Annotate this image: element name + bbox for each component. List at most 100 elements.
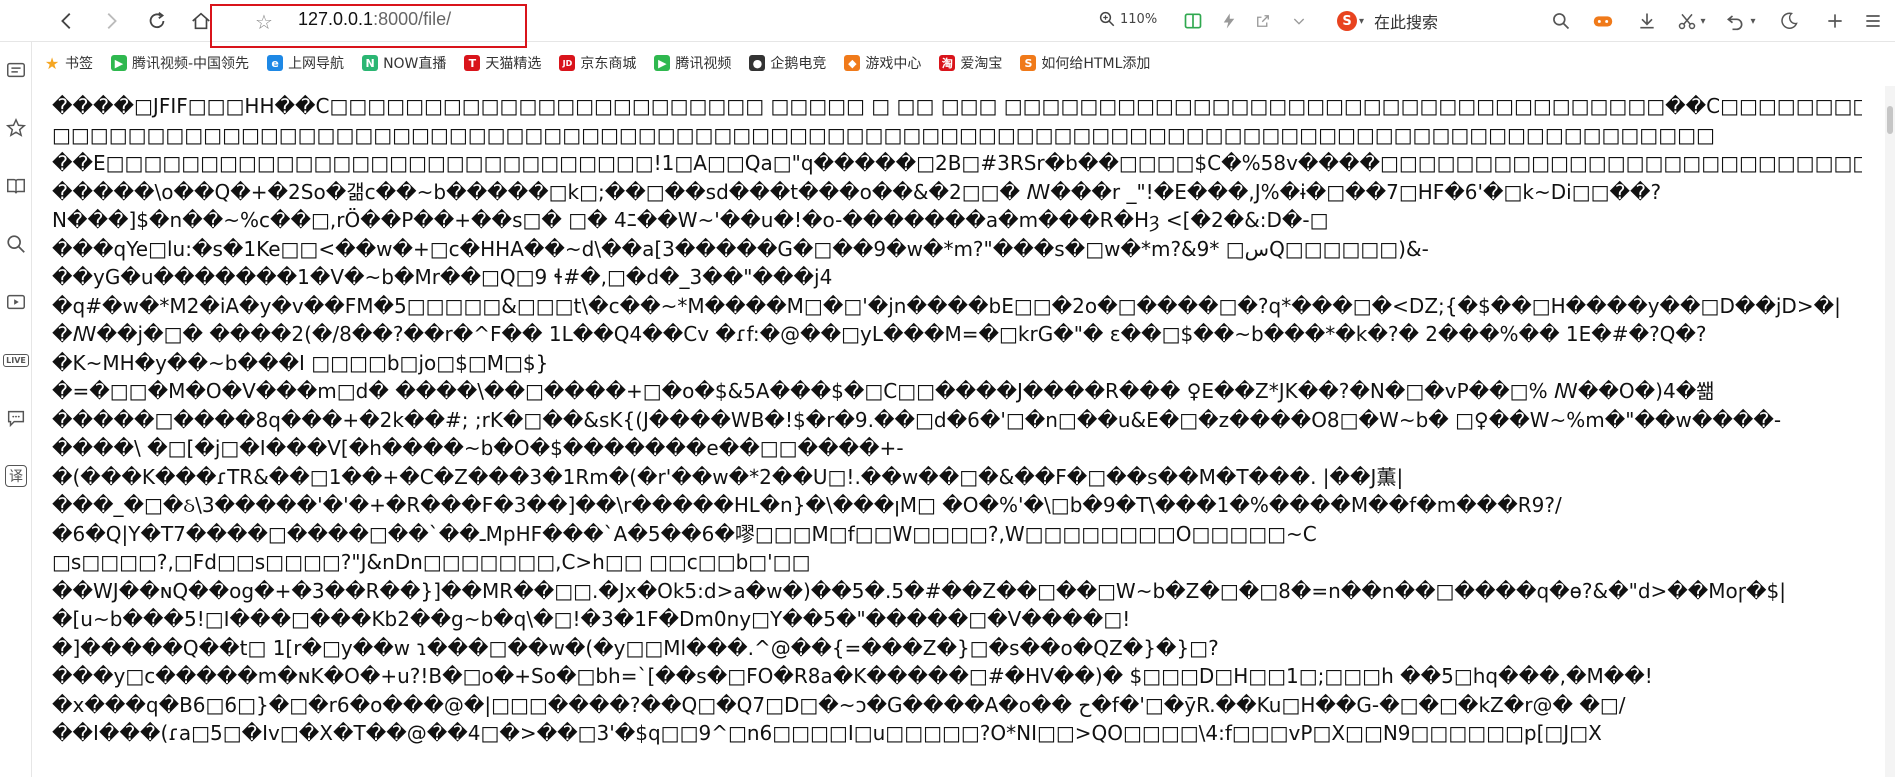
bookmarks-bar: ★ 书签 ▶ 腾讯视频-中国领先 e 上网导航 N NOW直播 T 天猫精选 JD 京东商城 ▶ 腾讯视频… — [44, 46, 1168, 80]
vertical-scrollbar[interactable] — [1885, 86, 1895, 777]
reload-icon — [149, 12, 165, 29]
reader-mode-icon[interactable] — [1180, 8, 1206, 34]
content-line: ����\ �□[�j□�I���V[�h����~b�O�$�������e�… — [52, 436, 904, 460]
zoom-level: 110% — [1120, 11, 1158, 27]
content-line: �6�Q|Y�T7����□����□��`��ـMpHF���`A�5��6�… — [52, 521, 1317, 546]
translate-icon[interactable]: 译 — [4, 464, 28, 488]
bookmark-label: 爱淘宝 — [960, 56, 1003, 72]
bookmark-label: NOW直播 — [383, 56, 447, 72]
sidebar-search-icon[interactable] — [4, 232, 28, 256]
content-line: �(���K���ɾTR&��□1��+�C�Z���3�1Rm�(�r'��w… — [52, 464, 1404, 489]
bookmark-item[interactable]: ◆ 游戏中心 — [844, 53, 921, 73]
favorites-star-icon[interactable] — [4, 116, 28, 140]
content-line: □□□□□□□□□□□□□□□□□□□□□□□□□□□□□□□□□□□□□□□□… — [52, 122, 1715, 147]
content-line: ����□JFIF□□□HH��C□□□□□□□□□□□□□□□□□□□□□□□… — [52, 94, 1862, 118]
search-placeholder: 在此搜索 — [1374, 13, 1439, 32]
undo-icon[interactable] — [1722, 8, 1748, 34]
chevron-down-icon[interactable] — [1286, 8, 1312, 34]
content-line: �[u~b���5!□I���□���Kb2��g~b�q\�□!�3�1F�D… — [52, 607, 1131, 631]
engine-dropdown-icon[interactable]: ▾ — [1359, 16, 1364, 27]
zoom-icon — [1099, 11, 1115, 27]
bookmark-star-icon[interactable]: ☆ — [252, 10, 276, 34]
content-line: �q#�w�*M2�iA�y�v��FM�5□□□□□&□□□t\�c��~*M… — [52, 293, 1841, 318]
new-tab-icon[interactable] — [1822, 8, 1848, 34]
scissors-dropdown-icon[interactable]: ▾ — [1696, 8, 1710, 34]
forward-arrow-icon — [107, 13, 117, 29]
bookmark-item[interactable]: T 天猫精选 — [464, 53, 541, 73]
bookmark-label: 书签 — [65, 56, 93, 72]
content-line: ���qYe□lu:�s�1Ke□□<��w�+□c�HHA��~d\��a[3… — [52, 236, 1429, 261]
penguin-icon: ● — [749, 55, 766, 71]
content-line: ��I���(ɾa□5□�Iv□�X�T��@��4□�>��□3'�$q□□9… — [52, 721, 1602, 745]
bookmark-label: 天猫精选 — [485, 56, 542, 72]
content-line: N���]$�n��~%c��□,rÖ��P��+��s□� □� 4ﾆ��W~… — [52, 208, 1329, 232]
url-host: 127.0.0.1 — [298, 9, 374, 29]
address-bar[interactable]: 127.0.0.1:8000/file/ — [298, 9, 451, 30]
download-icon[interactable] — [1634, 8, 1660, 34]
content-line: �����\o��Q�+�2So�갦c��~b�����□k□;��□��sd�… — [52, 179, 1662, 204]
live-icon[interactable]: LIVE — [3, 348, 29, 372]
bookmark-item[interactable]: ▶ 腾讯视频 — [654, 53, 731, 73]
reload-button[interactable] — [142, 6, 172, 36]
sogou-icon: S — [1020, 55, 1037, 71]
url-path: :8000/file/ — [373, 9, 452, 29]
now-icon: N — [362, 55, 379, 71]
share-icon[interactable] — [1250, 8, 1276, 34]
search-icon[interactable] — [1548, 8, 1574, 34]
back-button[interactable] — [52, 6, 82, 36]
gamepad-icon[interactable] — [1590, 8, 1616, 34]
bookmark-label: 腾讯视频-中国领先 — [132, 56, 250, 72]
jd-icon: JD — [559, 55, 576, 71]
content-line: �]�����Q��t□ 1[r�□y��w ɿ���□��w�(�y□□Ml�… — [52, 635, 1219, 660]
bookmark-label: 腾讯视频 — [675, 56, 732, 72]
content-line: �K~MH�y��~b���I □□□□b□jo□$□M□$} — [52, 350, 549, 375]
video-icon[interactable] — [4, 290, 28, 314]
bookmark-label: 企鹅电竞 — [770, 56, 827, 72]
bookmark-label: 游戏中心 — [865, 56, 922, 72]
browser-toolbar: ☆ 127.0.0.1:8000/file/ 110% S ▾ 在此搜索 ▾ ▾ — [0, 0, 1895, 48]
bookmark-item[interactable]: S 如何给HTML添加 — [1020, 53, 1150, 73]
content-line: ��WJ��ɴQ��og�+�3��R��}]��MR��□□.�Jx�Ok5:… — [52, 578, 1786, 603]
content-line: �ꟿ��j�□� ����2(�/8��?��r�^F�� 1L��Q4��Cv… — [52, 322, 1707, 346]
bookmark-item[interactable]: N NOW直播 — [362, 53, 446, 73]
ie-icon: e — [267, 55, 284, 71]
moon-icon[interactable] — [1776, 8, 1802, 34]
forward-button[interactable] — [96, 6, 126, 36]
home-icon — [192, 12, 210, 30]
chat-bubble-icon[interactable] — [4, 406, 28, 430]
tencent-video-icon: ▶ — [654, 55, 671, 71]
bookmark-label: 如何给HTML添加 — [1041, 56, 1151, 72]
bookmark-item[interactable]: e 上网导航 — [267, 53, 344, 73]
sogou-logo-icon: S — [1337, 11, 1357, 31]
content-line: �=�□□�M�O�V���m□d� ����\��□����+□�o�$&5A… — [52, 379, 1715, 403]
content-line: ���_�□�ઠ\3�����'�'�+�R���F�3��]��\r�����… — [52, 493, 1562, 517]
bookmark-label: 京东商城 — [580, 56, 637, 72]
content-line: ��yG�u�������1�V�~b�Mr��□Q□9 ɬ#�,□�d�_3�… — [52, 265, 833, 289]
bookmark-item[interactable]: ★ 书签 — [44, 53, 93, 73]
content-line: �����□����8q���+�2k��#; ;rK�□��&sK{(J���… — [52, 407, 1782, 432]
scrollbar-thumb[interactable] — [1887, 106, 1893, 134]
notes-icon[interactable] — [4, 58, 28, 82]
content-line: �x���q�B6□6□}�□�r6�o���@�|□□□����?��Q□�Q… — [52, 692, 1626, 717]
search-box[interactable]: S ▾ 在此搜索 — [1337, 9, 1438, 33]
lightning-icon[interactable] — [1216, 8, 1242, 34]
raw-file-content: ����□JFIF□□□HH��C□□□□□□□□□□□□□□□□□□□□□□□… — [52, 92, 1862, 777]
zoom-indicator[interactable]: 110% — [1098, 10, 1157, 28]
content-line: ��E□□□□□□□□□□□□□□□□□□□□□□□□□□□□□!1□A□□Qa… — [52, 151, 1862, 175]
content-line: ���y□c�����m�ɴK�O�+u?!B�□o�+So�□bh=`[��s… — [52, 664, 1653, 688]
tencent-video-icon: ▶ — [111, 55, 127, 71]
book-icon[interactable] — [4, 174, 28, 198]
bookmark-item[interactable]: JD 京东商城 — [559, 53, 636, 73]
bookmark-item[interactable]: 淘爱淘宝 — [939, 53, 1002, 73]
undo-dropdown-icon[interactable]: ▾ — [1746, 8, 1760, 34]
left-sidebar: LIVE 译 — [0, 42, 32, 777]
game-icon: ◆ — [844, 55, 861, 71]
menu-icon[interactable] — [1860, 8, 1886, 34]
bookmark-label: 上网导航 — [288, 56, 345, 72]
taobao-icon: 淘 — [939, 55, 956, 71]
star-icon: ★ — [44, 53, 60, 73]
bookmark-item[interactable]: ● 企鹅电竞 — [749, 53, 826, 73]
back-arrow-icon — [61, 13, 71, 29]
tmall-icon: T — [464, 55, 481, 71]
bookmark-item[interactable]: ▶ 腾讯视频-中国领先 — [111, 53, 249, 73]
